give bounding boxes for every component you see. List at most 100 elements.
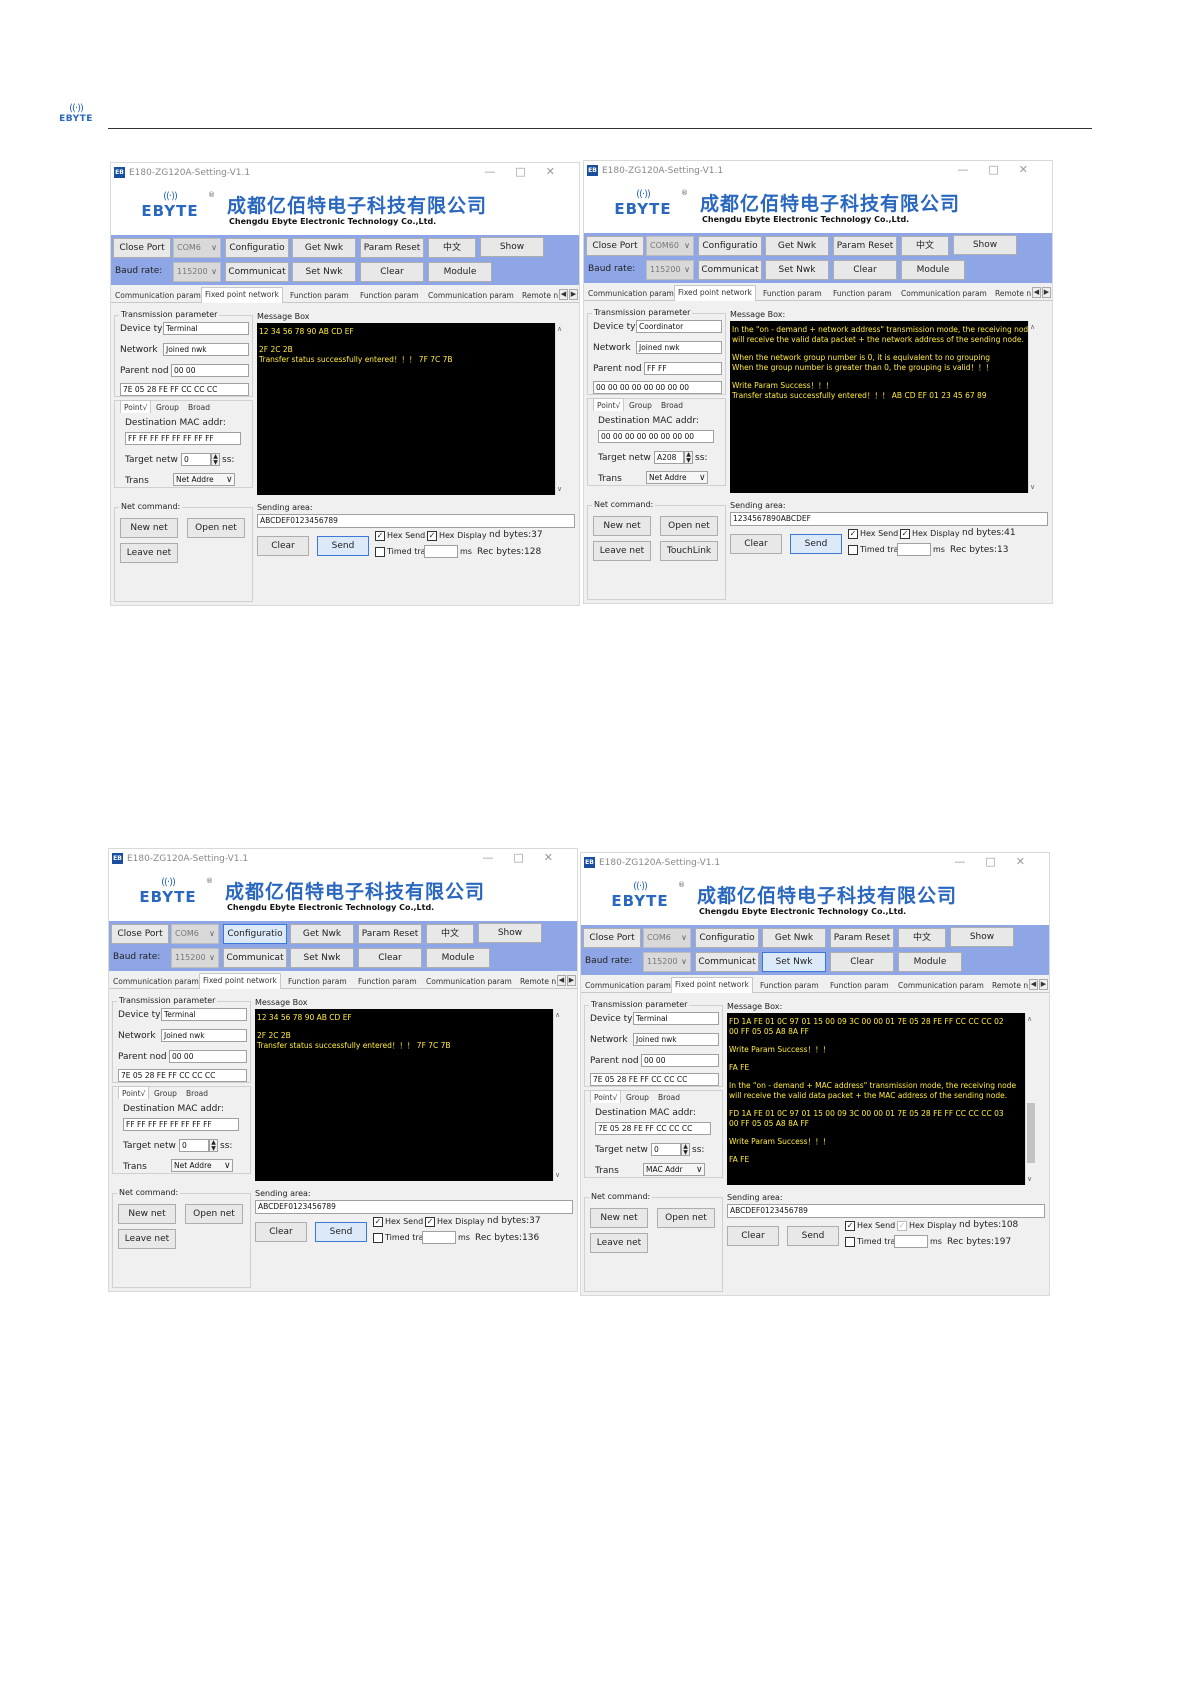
send-button[interactable]: Send — [315, 1222, 367, 1242]
send-button[interactable]: Send — [317, 536, 369, 556]
tab-scroll-right-icon[interactable]: ▶ — [1039, 979, 1048, 990]
timed-tran-checkbox[interactable] — [373, 1233, 383, 1243]
timed-tran-checkbox[interactable] — [848, 545, 858, 555]
tab-scroll-left-icon[interactable]: ◀ — [1032, 287, 1041, 298]
configuration-button[interactable]: Configuratio — [223, 924, 287, 944]
scroll-down-icon[interactable]: ∨ — [1027, 1175, 1032, 1183]
device-type-field[interactable]: Terminal — [161, 1008, 247, 1021]
scroll-down-icon[interactable]: ∨ — [1030, 483, 1035, 491]
tab-point[interactable]: Point√ — [120, 400, 152, 413]
new-net-button[interactable]: New net — [593, 516, 651, 536]
clear-button[interactable]: Clear — [830, 952, 894, 972]
communication-button[interactable]: Communicat — [695, 952, 759, 972]
set-nwk-button[interactable]: Set Nwk — [762, 952, 826, 972]
hex-display-checkbox[interactable]: ✓ — [425, 1217, 435, 1227]
show-button[interactable]: Show — [478, 923, 542, 943]
open-net-button[interactable]: Open net — [657, 1208, 715, 1228]
tab-point[interactable]: Point√ — [590, 1090, 622, 1103]
target-network-field[interactable]: 0 — [651, 1143, 681, 1156]
close-port-button[interactable]: Close Port — [111, 924, 169, 944]
minimize-icon[interactable]: — — [482, 851, 513, 864]
close-port-button[interactable]: Close Port — [586, 236, 644, 256]
device-type-field[interactable]: Terminal — [633, 1012, 719, 1025]
language-button[interactable]: 中文 — [428, 238, 476, 258]
parent-node-field[interactable]: 00 00 — [641, 1054, 719, 1067]
module-button[interactable]: Module — [428, 262, 492, 282]
dest-mac-field[interactable]: FF FF FF FF FF FF FF FF — [125, 432, 241, 445]
tab-function-param[interactable]: Function param — [287, 289, 352, 303]
open-net-button[interactable]: Open net — [185, 1204, 243, 1224]
message-scrollbar[interactable]: ∧ ∨ — [1028, 321, 1038, 493]
new-net-button[interactable]: New net — [118, 1204, 176, 1224]
tab-scroll-left-icon[interactable]: ◀ — [1029, 979, 1038, 990]
tab-fixed-point-network[interactable]: Fixed point network — [199, 973, 281, 989]
tab-scroll-right-icon[interactable]: ▶ — [567, 975, 576, 986]
tab-fixed-point-network[interactable]: Fixed point network — [674, 285, 756, 301]
tab-communication-param[interactable]: Communication param — [585, 287, 677, 301]
node-address-field[interactable]: 7E 05 28 FE FF CC CC CC — [120, 383, 249, 396]
hex-send-checkbox[interactable]: ✓ — [375, 531, 385, 541]
open-net-button[interactable]: Open net — [660, 516, 718, 536]
configuration-button[interactable]: Configuratio — [698, 236, 762, 256]
baud-rate-select[interactable]: 115200 ∨ — [643, 952, 691, 972]
tab-broad[interactable]: Broad — [185, 401, 213, 415]
clear-button[interactable]: Clear — [360, 262, 424, 282]
minimize-icon[interactable]: — — [954, 855, 985, 868]
node-address-field[interactable]: 7E 05 28 FE FF CC CC CC — [590, 1073, 719, 1086]
tab-broad[interactable]: Broad — [658, 399, 686, 413]
tab-point[interactable]: Point√ — [118, 1086, 150, 1099]
tab-broad[interactable]: Broad — [655, 1091, 683, 1105]
configuration-button[interactable]: Configuratio — [225, 238, 289, 258]
module-button[interactable]: Module — [426, 948, 490, 968]
node-address-field[interactable]: 7E 05 28 FE FF CC CC CC — [118, 1069, 247, 1082]
tab-communication-param[interactable]: Communication param — [112, 289, 204, 303]
close-icon[interactable]: ✕ — [546, 165, 575, 178]
touchlink-button[interactable]: TouchLink — [660, 541, 718, 561]
close-icon[interactable]: ✕ — [544, 851, 573, 864]
hex-send-checkbox[interactable]: ✓ — [848, 529, 858, 539]
tab-communication-param-2[interactable]: Communication param — [425, 289, 517, 303]
close-icon[interactable]: ✕ — [1019, 163, 1048, 176]
tab-fixed-point-network[interactable]: Fixed point network — [671, 977, 753, 993]
device-type-field[interactable]: Coordinator — [636, 320, 722, 333]
tab-communication-param[interactable]: Communication param — [582, 979, 674, 993]
network-status-field[interactable]: Joined nwk — [163, 343, 249, 356]
network-status-field[interactable]: Joined nwk — [633, 1033, 719, 1046]
tab-remote[interactable]: Remote n — [517, 975, 559, 989]
language-button[interactable]: 中文 — [426, 924, 474, 944]
target-spinner-icon[interactable]: ▲ ▼ — [684, 451, 693, 464]
leave-net-button[interactable]: Leave net — [120, 543, 178, 563]
tab-function-param[interactable]: Function param — [285, 975, 350, 989]
hex-display-checkbox[interactable]: ✓ — [900, 529, 910, 539]
com-port-select[interactable]: COM6 ∨ — [643, 928, 691, 948]
get-nwk-button[interactable]: Get Nwk — [290, 924, 354, 944]
tab-function-param-2[interactable]: Function param — [355, 975, 420, 989]
tab-function-param[interactable]: Function param — [760, 287, 825, 301]
baud-rate-select[interactable]: 115200 ∨ — [646, 260, 694, 280]
scroll-up-icon[interactable]: ∧ — [1030, 323, 1035, 331]
set-nwk-button[interactable]: Set Nwk — [290, 948, 354, 968]
show-button[interactable]: Show — [953, 235, 1017, 255]
get-nwk-button[interactable]: Get Nwk — [762, 928, 826, 948]
tab-scroll-left-icon[interactable]: ◀ — [559, 289, 568, 300]
leave-net-button[interactable]: Leave net — [593, 541, 651, 561]
clear-send-button[interactable]: Clear — [255, 1222, 307, 1242]
target-network-field[interactable]: 0 — [179, 1139, 209, 1152]
tab-fixed-point-network[interactable]: Fixed point network — [201, 287, 283, 303]
message-scrollbar[interactable]: ∧ ∨ — [553, 1009, 563, 1181]
timed-interval-input[interactable] — [424, 545, 458, 558]
tab-remote[interactable]: Remote n — [989, 979, 1031, 993]
language-button[interactable]: 中文 — [901, 236, 949, 256]
communication-button[interactable]: Communicat — [223, 948, 287, 968]
target-spinner-icon[interactable]: ▲ ▼ — [681, 1143, 690, 1156]
maximize-icon[interactable]: □ — [985, 855, 1015, 868]
clear-send-button[interactable]: Clear — [730, 534, 782, 554]
close-port-button[interactable]: Close Port — [583, 928, 641, 948]
communication-button[interactable]: Communicat — [698, 260, 762, 280]
show-button[interactable]: Show — [950, 927, 1014, 947]
tab-point[interactable]: Point√ — [593, 398, 625, 411]
scroll-down-icon[interactable]: ∨ — [555, 1171, 560, 1179]
tab-function-param-2[interactable]: Function param — [357, 289, 422, 303]
com-port-select[interactable]: COM6 ∨ — [173, 238, 221, 258]
parent-node-field[interactable]: 00 00 — [171, 364, 249, 377]
